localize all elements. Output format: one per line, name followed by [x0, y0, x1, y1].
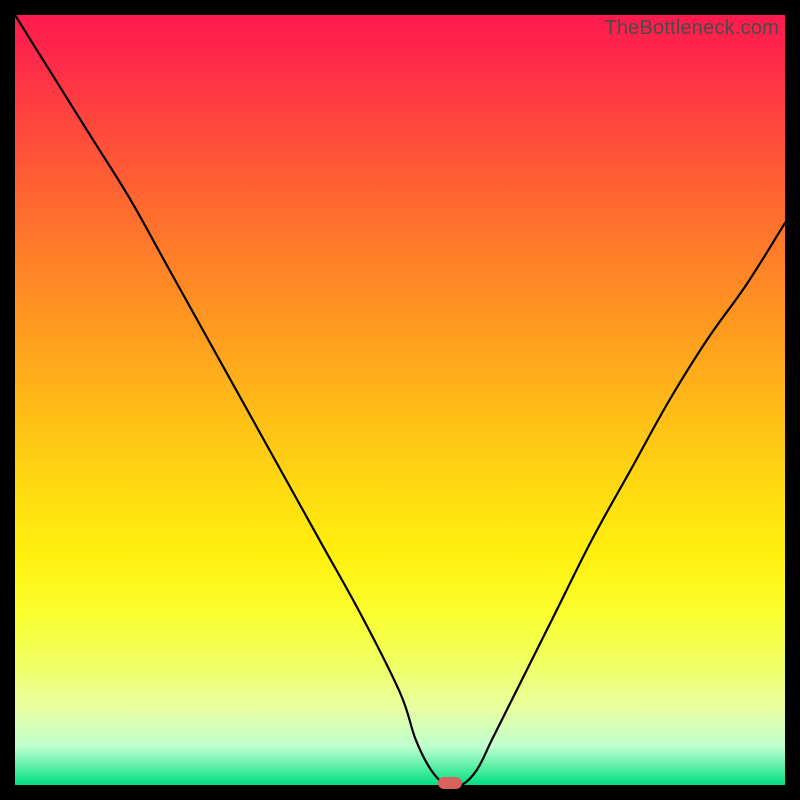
watermark-text: TheBottleneck.com — [604, 17, 779, 40]
bottleneck-curve — [15, 15, 785, 785]
optimal-point-marker — [438, 777, 462, 789]
plot-area: TheBottleneck.com — [15, 15, 785, 785]
chart-container: TheBottleneck.com — [0, 0, 800, 800]
